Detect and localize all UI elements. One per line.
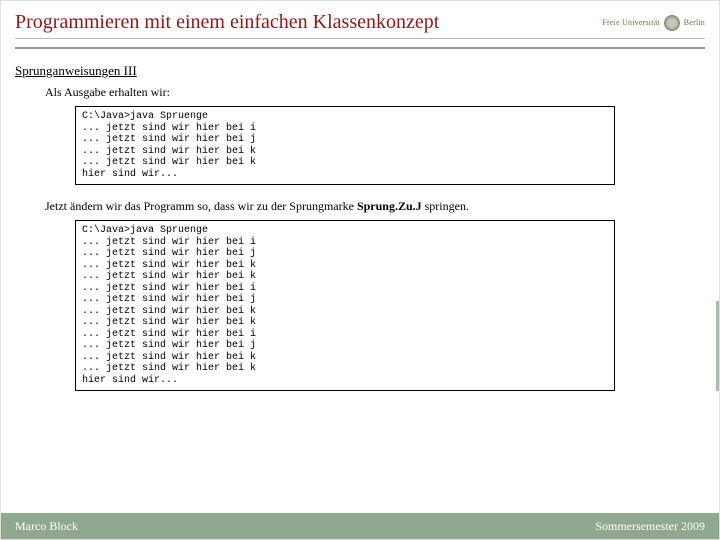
divider-thick <box>15 47 705 49</box>
between-bold: Sprung.Zu.J <box>357 199 422 213</box>
between-pre: Jetzt ändern wir das Programm so, dass w… <box>45 199 357 213</box>
seal-icon <box>664 15 680 31</box>
between-text: Jetzt ändern wir das Programm so, dass w… <box>45 199 705 214</box>
footer-author: Marco Block <box>15 519 78 534</box>
footer: Marco Block Sommersemester 2009 <box>1 513 719 539</box>
slide: Programmieren mit einem einfachen Klasse… <box>0 0 720 540</box>
between-post: springen. <box>422 199 469 213</box>
university-logo: Freie Universität Berlin <box>602 15 705 31</box>
code-output-1: C:\Java>java Spruenge ... jetzt sind wir… <box>75 106 615 185</box>
footer-term: Sommersemester 2009 <box>595 519 705 534</box>
intro-text: Als Ausgabe erhalten wir: <box>45 85 705 100</box>
divider-thin <box>15 38 705 39</box>
slide-title: Programmieren mit einem einfachen Klasse… <box>15 11 439 34</box>
section-subheading: Sprunganweisungen III <box>15 63 705 79</box>
code-output-2: C:\Java>java Spruenge ... jetzt sind wir… <box>75 220 615 391</box>
logo-city: Berlin <box>684 18 705 27</box>
header: Programmieren mit einem einfachen Klasse… <box>15 11 705 34</box>
logo-text: Freie Universität <box>602 18 659 27</box>
page-accent <box>716 301 719 391</box>
